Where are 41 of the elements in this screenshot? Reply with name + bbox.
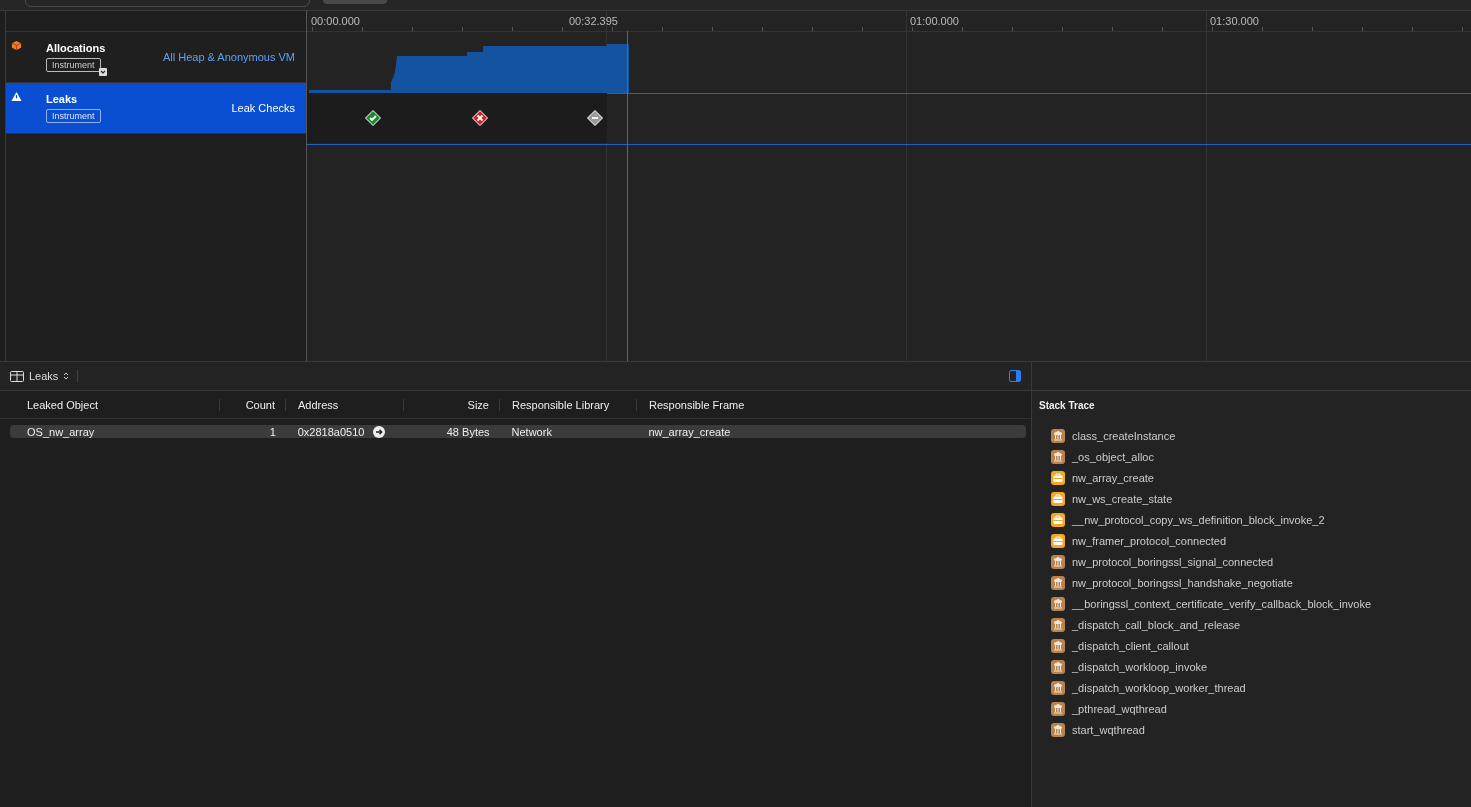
- inspector-title: Stack Trace: [1038, 399, 1096, 411]
- stack-frame[interactable]: nw_protocol_boringssl_handshake_negotiate: [1072, 576, 1293, 589]
- table-cell: Network: [511, 425, 552, 438]
- stack-frame[interactable]: __boringssl_context_certificate_verify_callback_block_invoke: [1072, 597, 1371, 610]
- instrument-tag: Instrument: [46, 58, 101, 72]
- detail-selector[interactable]: Leaks: [10, 370, 79, 382]
- stack-frame[interactable]: _dispatch_call_block_and_release: [1072, 618, 1241, 631]
- stack-frame[interactable]: start_wqthread: [1072, 723, 1145, 736]
- stack-frame[interactable]: _os_object_alloc: [1072, 450, 1154, 463]
- table-cell: 1: [269, 425, 276, 438]
- track-detail: Leak Checks: [231, 102, 295, 114]
- playhead-time: 00:32.395: [569, 15, 618, 27]
- track-name: Leaks: [46, 93, 79, 105]
- track-header[interactable]: Leaks Instrument Leak Checks: [6, 83, 306, 134]
- column-header[interactable]: Size: [404, 398, 500, 411]
- time-label: 01:00.000: [910, 15, 959, 27]
- time-label: 01:30.000: [1210, 15, 1259, 27]
- table-row[interactable]: OS_nw_array 1 0x2818a0510 48 Bytes Network nw_array_create: [10, 425, 1026, 438]
- stack-frame[interactable]: class_createInstance: [1072, 429, 1176, 442]
- column-header[interactable]: Address: [286, 398, 404, 411]
- stack-frame[interactable]: nw_framer_protocol_connected: [1072, 534, 1227, 547]
- stack-frame[interactable]: _dispatch_workloop_worker_thread: [1072, 681, 1246, 694]
- stack-frame[interactable]: _dispatch_workloop_invoke: [1072, 660, 1208, 673]
- stack-frame[interactable]: __nw_protocol_copy_ws_definition_block_invoke_2: [1072, 513, 1325, 526]
- stack-frame[interactable]: nw_ws_create_state: [1072, 492, 1173, 505]
- stack-frame[interactable]: nw_protocol_boringssl_signal_connected: [1072, 555, 1274, 568]
- table-cell: 48 Bytes: [446, 425, 490, 438]
- instrument-tag: Instrument: [46, 109, 101, 123]
- table-cell: OS_nw_array: [27, 425, 95, 438]
- stack-frame[interactable]: nw_array_create: [1072, 471, 1154, 484]
- column-header[interactable]: Leaked Object: [15, 398, 220, 411]
- column-header[interactable]: Responsible Frame: [637, 398, 1027, 411]
- track-detail: All Heap & Anonymous VM: [162, 51, 295, 63]
- table-cell: 0x2818a0510: [297, 425, 365, 438]
- stack-frame[interactable]: _pthread_wqthread: [1072, 702, 1167, 715]
- column-header[interactable]: Count: [220, 398, 286, 411]
- stack-frame[interactable]: _dispatch_client_callout: [1072, 639, 1189, 652]
- table-cell: nw_array_create: [648, 425, 731, 438]
- column-header[interactable]: Responsible Library: [500, 398, 637, 411]
- track-name: Allocations: [46, 42, 107, 54]
- time-label: 00:00.000: [311, 15, 360, 27]
